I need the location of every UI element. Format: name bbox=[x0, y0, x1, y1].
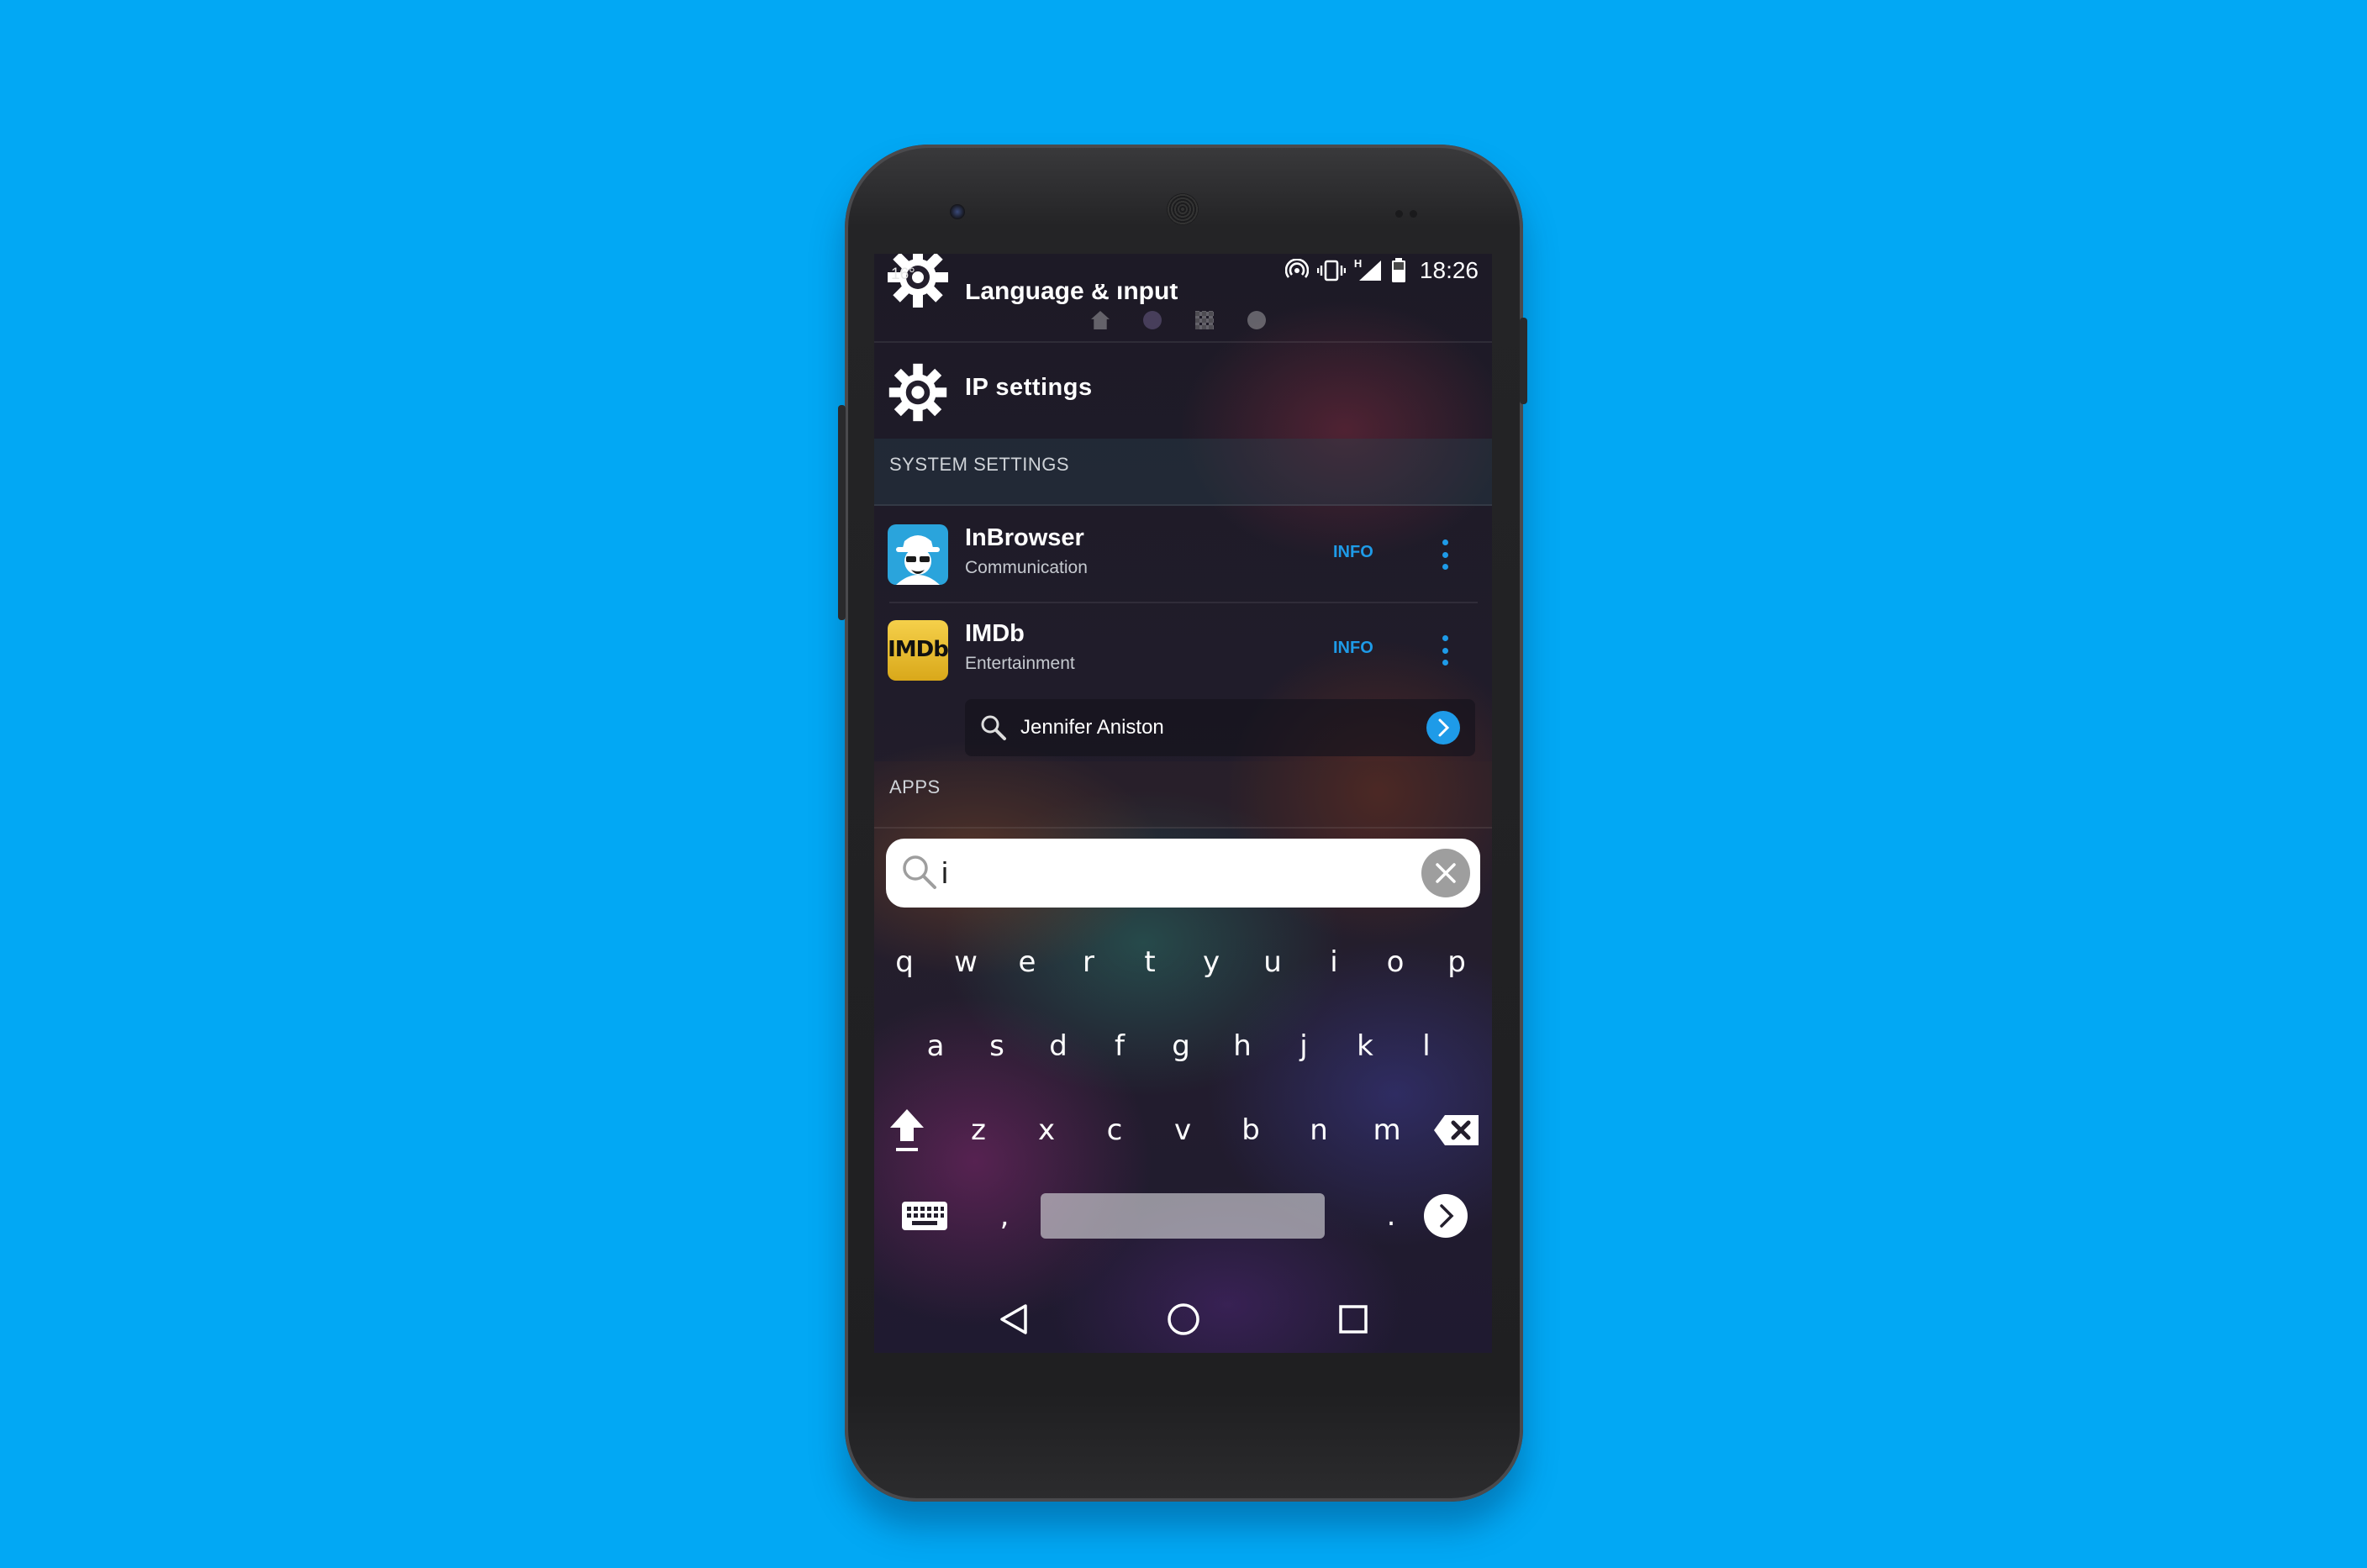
imdb-search-suggestion[interactable]: Jennifer Aniston bbox=[965, 699, 1475, 756]
earpiece-speaker bbox=[1167, 193, 1199, 225]
keyboard-switch-key[interactable] bbox=[891, 1178, 958, 1254]
home-icon bbox=[1091, 311, 1110, 329]
chevron-right-icon bbox=[1438, 718, 1450, 737]
backspace-icon bbox=[1434, 1115, 1479, 1145]
comma-key[interactable]: , bbox=[975, 1178, 1034, 1254]
key-k[interactable]: k bbox=[1336, 1008, 1394, 1084]
key-h[interactable]: h bbox=[1213, 1008, 1272, 1084]
key-z[interactable]: z bbox=[949, 1092, 1008, 1168]
key-y[interactable]: y bbox=[1182, 924, 1241, 1000]
chevron-right-icon bbox=[1424, 1194, 1468, 1238]
key-w[interactable]: w bbox=[936, 924, 995, 1000]
power-button bbox=[1520, 318, 1527, 404]
section-header-system-settings: SYSTEM SETTINGS bbox=[874, 439, 1492, 506]
divider bbox=[874, 827, 1492, 829]
keyboard-icon bbox=[902, 1202, 947, 1230]
keyboard-row-3: z x c v b n m bbox=[874, 1092, 1492, 1168]
close-icon bbox=[1436, 863, 1456, 883]
volume-button bbox=[838, 405, 846, 620]
info-button[interactable]: INFO bbox=[1333, 543, 1373, 562]
key-c[interactable]: c bbox=[1085, 1092, 1144, 1168]
home-icon[interactable] bbox=[1165, 1301, 1202, 1338]
key-o[interactable]: o bbox=[1366, 924, 1425, 1000]
suggestion-text: Jennifer Aniston bbox=[1020, 716, 1164, 739]
keyboard-row-2: a s d f g h j k l bbox=[874, 1008, 1492, 1084]
key-s[interactable]: s bbox=[967, 1008, 1026, 1084]
key-r[interactable]: r bbox=[1059, 924, 1118, 1000]
back-icon[interactable] bbox=[997, 1302, 1031, 1336]
shift-icon bbox=[890, 1109, 924, 1151]
inbrowser-app-icon bbox=[888, 524, 948, 585]
app-name: InBrowser bbox=[965, 524, 1084, 551]
key-v[interactable]: v bbox=[1153, 1092, 1212, 1168]
ip-settings-label: IP settings bbox=[965, 374, 1093, 401]
apps-grid-icon bbox=[1195, 311, 1214, 329]
section-header-apps: APPS bbox=[874, 761, 1492, 829]
app-name: IMDb bbox=[965, 620, 1025, 647]
key-l[interactable]: l bbox=[1397, 1008, 1456, 1084]
gear-icon bbox=[888, 363, 947, 422]
shift-key[interactable] bbox=[878, 1092, 936, 1168]
key-g[interactable]: g bbox=[1152, 1008, 1210, 1084]
navigation-bar bbox=[874, 1287, 1492, 1353]
temperature-indicator: 16° bbox=[891, 266, 915, 283]
vibrate-icon bbox=[1316, 260, 1346, 282]
app-category: Communication bbox=[965, 558, 1088, 577]
key-d[interactable]: d bbox=[1029, 1008, 1088, 1084]
key-a[interactable]: a bbox=[906, 1008, 965, 1084]
go-arrow-button[interactable] bbox=[1426, 711, 1460, 745]
key-p[interactable]: p bbox=[1427, 924, 1486, 1000]
search-icon bbox=[903, 855, 936, 889]
clock: 18:26 bbox=[1419, 257, 1479, 283]
search-input[interactable] bbox=[941, 847, 1412, 899]
status-bar: 16° H 18:26 bbox=[874, 254, 1492, 286]
search-bar[interactable] bbox=[886, 839, 1480, 908]
key-x[interactable]: x bbox=[1017, 1092, 1076, 1168]
divider bbox=[874, 341, 1492, 343]
home-dock-shadow bbox=[1091, 311, 1266, 329]
section-title: APPS bbox=[889, 776, 941, 797]
front-camera bbox=[950, 204, 965, 219]
key-m[interactable]: m bbox=[1357, 1092, 1416, 1168]
backspace-key[interactable] bbox=[1427, 1092, 1486, 1168]
key-j[interactable]: j bbox=[1274, 1008, 1333, 1084]
app-category: Entertainment bbox=[965, 654, 1075, 673]
search-icon bbox=[981, 715, 1006, 740]
key-u[interactable]: u bbox=[1243, 924, 1302, 1000]
phone-screen: 16° H 18:26 Language & input IP settings… bbox=[874, 254, 1492, 1353]
key-f[interactable]: f bbox=[1090, 1008, 1149, 1084]
clear-search-button[interactable] bbox=[1421, 849, 1470, 897]
key-e[interactable]: e bbox=[998, 924, 1057, 1000]
key-i[interactable]: i bbox=[1305, 924, 1363, 1000]
keyboard-row-1: q w e r t y u i o p bbox=[874, 924, 1492, 1000]
app-row-imdb[interactable]: IMDb IMDb Entertainment INFO bbox=[874, 602, 1492, 697]
key-b[interactable]: b bbox=[1221, 1092, 1280, 1168]
more-options-icon[interactable] bbox=[1439, 635, 1451, 666]
incognito-icon bbox=[896, 535, 940, 585]
battery-icon bbox=[1391, 258, 1405, 282]
space-bar[interactable] bbox=[1041, 1193, 1325, 1239]
imdb-app-icon: IMDb bbox=[888, 620, 948, 681]
ip-settings-row[interactable]: IP settings bbox=[874, 350, 1492, 428]
more-options-icon[interactable] bbox=[1439, 539, 1451, 570]
settings-icon bbox=[1247, 311, 1266, 329]
avatar-icon bbox=[1143, 311, 1162, 329]
proximity-sensors bbox=[1395, 207, 1429, 218]
recents-icon[interactable] bbox=[1336, 1302, 1370, 1336]
section-title: SYSTEM SETTINGS bbox=[889, 454, 1070, 475]
key-q[interactable]: q bbox=[875, 924, 934, 1000]
key-t[interactable]: t bbox=[1120, 924, 1179, 1000]
imdb-logo-text: IMDb bbox=[888, 637, 948, 662]
app-row-inbrowser[interactable]: InBrowser Communication INFO bbox=[874, 506, 1492, 602]
hotspot-icon bbox=[1284, 259, 1309, 278]
signal-strength-icon: H bbox=[1354, 257, 1383, 282]
info-button[interactable]: INFO bbox=[1333, 639, 1373, 658]
enter-key[interactable] bbox=[1412, 1178, 1479, 1254]
key-n[interactable]: n bbox=[1289, 1092, 1348, 1168]
